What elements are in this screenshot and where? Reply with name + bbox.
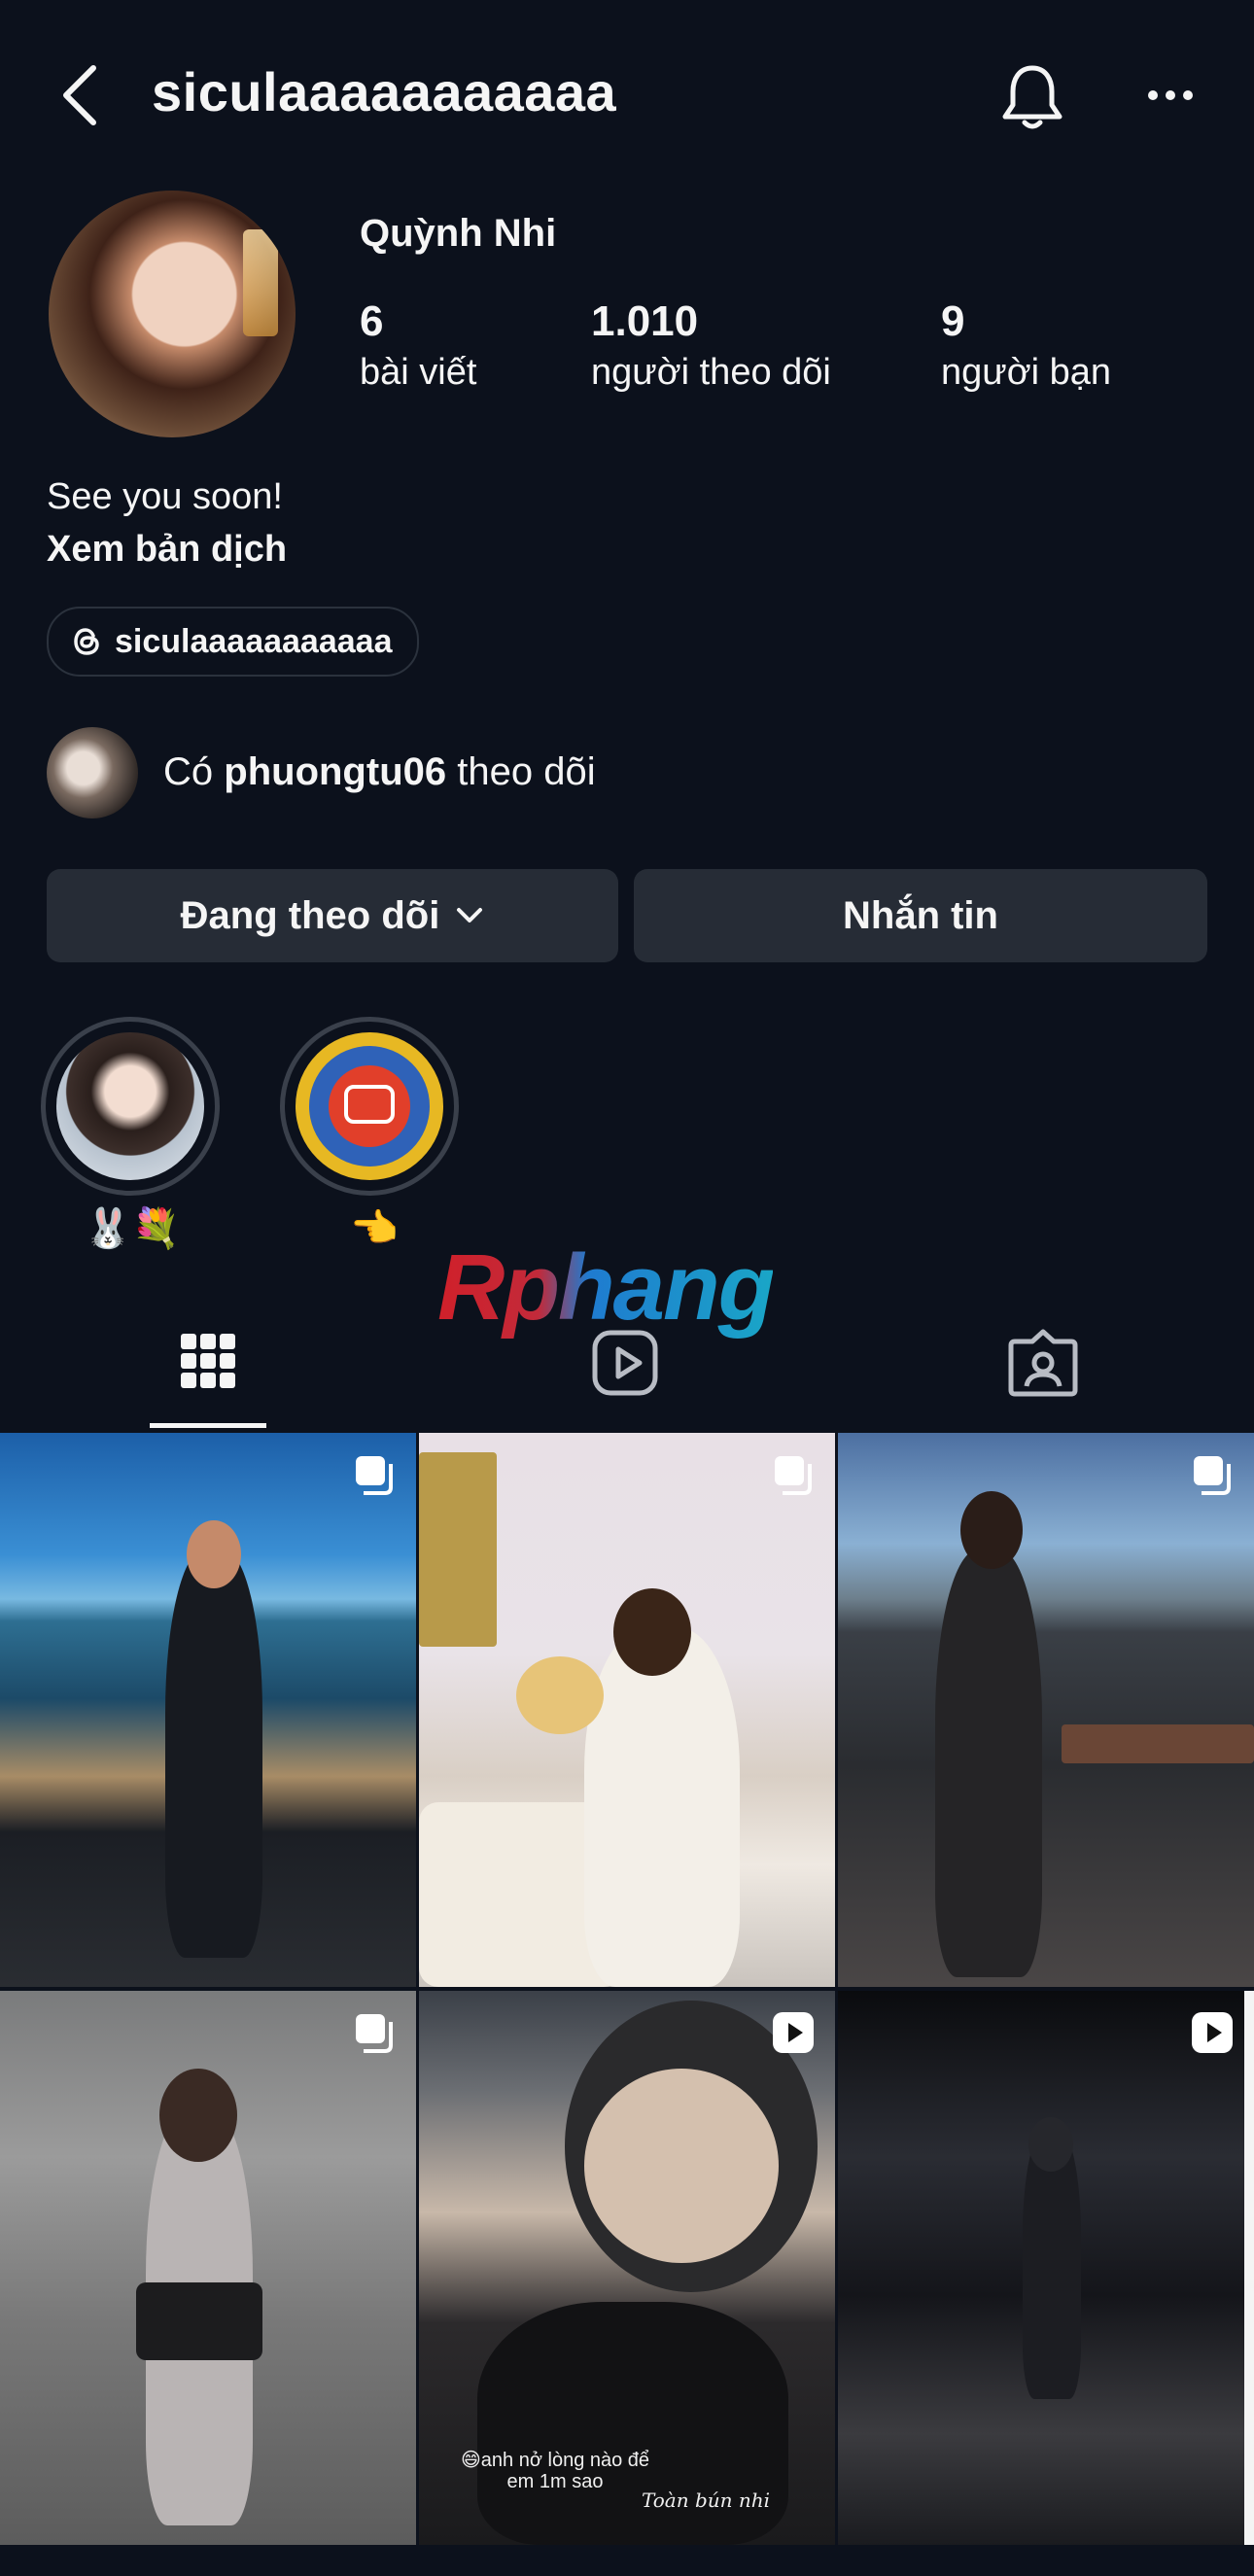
story-highlight-2-label: 👈 bbox=[350, 1207, 399, 1250]
following-button-label: Đang theo dõi bbox=[180, 893, 440, 937]
active-tab-indicator bbox=[150, 1423, 266, 1428]
carousel-icon bbox=[775, 1456, 812, 1495]
friends-count[interactable]: 9 bbox=[941, 297, 964, 346]
posts-count[interactable]: 6 bbox=[360, 297, 383, 346]
threads-link-chip[interactable]: siculaaaaaaaaaaa bbox=[47, 607, 420, 677]
followers-label[interactable]: người theo dõi bbox=[591, 352, 831, 394]
story-highlight-1-label: 🐰💐 bbox=[84, 1207, 181, 1250]
reels-tab-icon[interactable] bbox=[591, 1328, 659, 1398]
friends-label[interactable]: người bạn bbox=[941, 352, 1111, 394]
story-highlight-2[interactable] bbox=[280, 1017, 459, 1196]
message-button[interactable]: Nhắn tin bbox=[634, 869, 1207, 962]
back-arrow-icon[interactable] bbox=[58, 64, 101, 126]
mutual-prefix: Có bbox=[163, 750, 214, 793]
post-thumbnail[interactable] bbox=[419, 1433, 835, 1987]
notification-bell-icon[interactable] bbox=[999, 62, 1065, 132]
post-thumbnail[interactable]: 😄anh nở lòng nào để em 1m sao Toàn bún n… bbox=[419, 1991, 835, 2545]
mutual-suffix: theo dõi bbox=[457, 750, 596, 793]
post-thumbnail[interactable] bbox=[0, 1991, 416, 2545]
message-button-label: Nhắn tin bbox=[843, 893, 998, 937]
watermark-logo: Rphang bbox=[437, 1236, 775, 1340]
mutual-username[interactable]: phuongtu06 bbox=[224, 750, 446, 793]
bio-text: See you soon! bbox=[47, 476, 283, 517]
reel-icon bbox=[773, 2012, 814, 2053]
bottom-bar bbox=[0, 2547, 1254, 2576]
carousel-icon bbox=[356, 1456, 393, 1495]
post-thumbnail[interactable] bbox=[0, 1433, 416, 1987]
posts-label[interactable]: bài viết bbox=[360, 352, 476, 394]
mutual-followers-text[interactable]: Có phuongtu06 theo dõi bbox=[163, 750, 596, 794]
post-thumbnail[interactable] bbox=[838, 1991, 1254, 2545]
threads-icon bbox=[74, 628, 99, 655]
posts-grid-tab-icon[interactable] bbox=[179, 1328, 237, 1396]
story-highlight-1[interactable] bbox=[41, 1017, 220, 1196]
post-thumbnail[interactable] bbox=[838, 1433, 1254, 1987]
mutual-follower-avatar[interactable] bbox=[47, 727, 138, 818]
following-button[interactable]: Đang theo dõi bbox=[47, 869, 618, 962]
see-translation-link[interactable]: Xem bản dịch bbox=[47, 529, 287, 571]
chevron-down-icon bbox=[457, 908, 483, 922]
carousel-icon bbox=[1194, 1456, 1231, 1495]
followers-count[interactable]: 1.010 bbox=[591, 297, 698, 346]
tagged-tab-icon[interactable] bbox=[1007, 1328, 1079, 1398]
post-caption-signature: Toàn bún nhi bbox=[641, 2489, 771, 2512]
post-caption-line1: 😄anh nở lòng nào để bbox=[460, 2450, 650, 2471]
more-options-icon[interactable] bbox=[1145, 87, 1196, 103]
profile-avatar[interactable] bbox=[49, 191, 296, 437]
reel-icon bbox=[1192, 2012, 1233, 2053]
threads-handle: siculaaaaaaaaaaa bbox=[115, 622, 393, 660]
display-name: Quỳnh Nhi bbox=[360, 212, 557, 255]
carousel-icon bbox=[356, 2014, 393, 2053]
profile-username-title: siculaaaaaaaaaaa bbox=[152, 61, 617, 122]
